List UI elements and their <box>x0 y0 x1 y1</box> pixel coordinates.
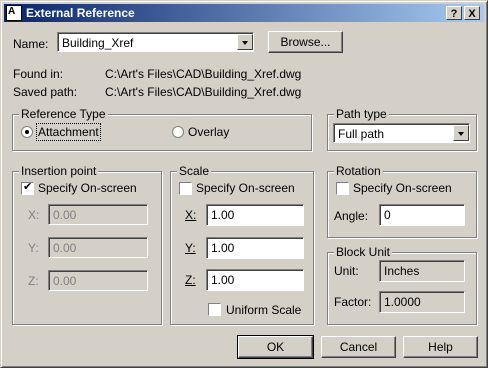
scale-x-value: 1.00 <box>211 208 235 222</box>
scale-specify-label[interactable]: Specify On-screen <box>196 181 295 195</box>
unit-label: Unit: <box>334 264 359 278</box>
reference-type-title: Reference Type <box>19 107 108 121</box>
scale-x-label: X: <box>185 208 197 222</box>
found-in-label: Found in: <box>13 67 64 81</box>
saved-path-value: C:\Art's Files\CAD\Building_Xref.dwg <box>105 85 302 99</box>
insertion-specify-label[interactable]: Specify On-screen <box>38 181 137 195</box>
uniform-scale-label[interactable]: Uniform Scale <box>226 303 301 317</box>
factor-field: 1.0000 <box>379 291 465 313</box>
name-dropdown-arrow-icon[interactable] <box>237 34 253 50</box>
saved-path-label: Saved path: <box>13 85 78 99</box>
overlay-radio[interactable] <box>172 126 184 138</box>
path-type-value: Full path <box>338 127 385 141</box>
external-reference-dialog: A External Reference ? X Name: Building_… <box>0 0 488 368</box>
browse-button[interactable]: Browse... <box>268 31 343 53</box>
attachment-label[interactable]: Attachment <box>36 123 101 141</box>
path-type-dropdown-arrow-icon[interactable] <box>453 125 469 141</box>
insertion-z-input: 0.00 <box>48 270 148 291</box>
scale-title: Scale <box>177 164 212 178</box>
rotation-specify-label[interactable]: Specify On-screen <box>353 181 452 195</box>
insertion-y-input: 0.00 <box>48 237 148 258</box>
attachment-radio[interactable] <box>21 126 33 138</box>
found-in-value: C:\Art's Files\CAD\Building_Xref.dwg <box>105 67 302 81</box>
rotation-title: Rotation <box>334 164 383 178</box>
path-type-title: Path type <box>334 107 389 121</box>
angle-input[interactable]: 0 <box>379 204 465 226</box>
ok-button[interactable]: OK <box>237 335 314 359</box>
app-icon: A <box>6 5 22 21</box>
path-type-select[interactable]: Full path <box>333 123 470 143</box>
scale-y-label: Y: <box>185 241 196 255</box>
angle-value: 0 <box>384 208 391 222</box>
rotation-specify-checkbox[interactable] <box>336 182 349 195</box>
unit-field: Inches <box>379 260 465 282</box>
unit-value: Inches <box>384 264 420 278</box>
scale-z-value: 1.00 <box>211 273 235 287</box>
insertion-y-label: Y: <box>28 241 39 255</box>
angle-label: Angle: <box>334 209 369 223</box>
block-unit-title: Block Unit <box>334 245 393 259</box>
window-title: External Reference <box>26 6 135 20</box>
scale-specify-checkbox[interactable] <box>179 182 192 195</box>
cancel-button[interactable]: Cancel <box>321 336 396 358</box>
scale-y-input[interactable]: 1.00 <box>206 237 304 259</box>
scale-z-input[interactable]: 1.00 <box>206 269 304 291</box>
uniform-scale-checkbox[interactable] <box>208 303 221 316</box>
insertion-z-value: 0.00 <box>53 274 77 288</box>
scale-x-input[interactable]: 1.00 <box>206 204 304 226</box>
name-combobox[interactable]: Building_Xref <box>57 32 254 52</box>
scale-y-value: 1.00 <box>211 241 235 255</box>
help-button[interactable]: Help <box>403 336 478 358</box>
close-button[interactable]: X <box>464 6 480 20</box>
name-label: Name: <box>13 37 49 51</box>
scale-z-label: Z: <box>185 273 196 287</box>
insertion-y-value: 0.00 <box>53 241 77 255</box>
insertion-x-label: X: <box>28 208 40 222</box>
help-title-button[interactable]: ? <box>446 6 462 20</box>
factor-value: 1.0000 <box>384 295 421 309</box>
insertion-x-value: 0.00 <box>53 208 77 222</box>
overlay-label[interactable]: Overlay <box>188 125 229 139</box>
insertion-z-label: Z: <box>28 274 39 288</box>
insertion-point-title: Insertion point <box>19 164 99 178</box>
insertion-x-input: 0.00 <box>48 204 148 225</box>
title-bar[interactable]: A External Reference ? X <box>4 4 484 22</box>
name-value: Building_Xref <box>62 36 134 50</box>
insertion-specify-checkbox[interactable] <box>21 180 34 195</box>
factor-label: Factor: <box>334 295 372 309</box>
